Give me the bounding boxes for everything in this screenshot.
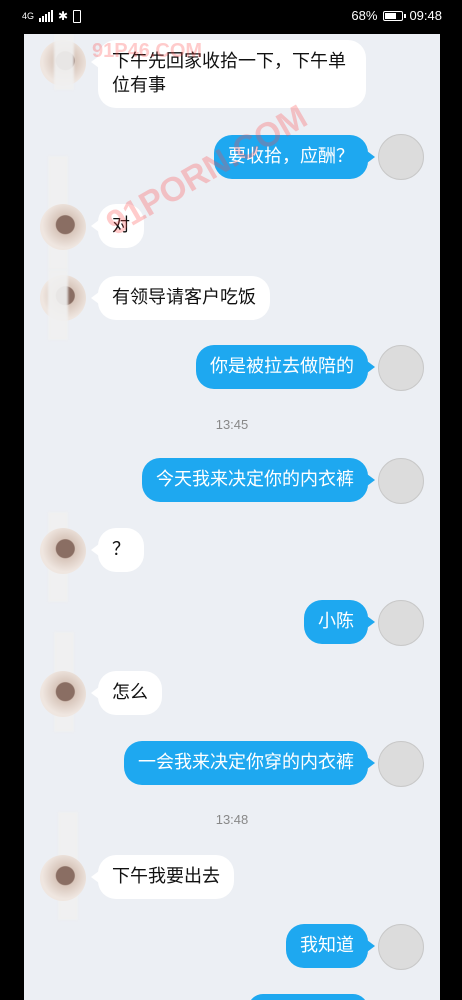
vibrate-icon [73, 9, 82, 23]
my-avatar[interactable] [378, 134, 424, 180]
chat-area[interactable]: 下午先回家收拾一下，下午单位有事 要收拾，应酬？ 对 有领导请客户吃饭 你是被拉… [24, 34, 440, 1000]
network-type: 4G [22, 10, 35, 21]
message-bubble-outgoing[interactable]: 你是被拉去做陪的 [196, 345, 375, 389]
contact-avatar[interactable] [40, 204, 86, 250]
signal-icon [39, 10, 54, 22]
battery-fill [385, 12, 396, 19]
message-bubble-outgoing-partial[interactable] [248, 994, 368, 1000]
message-bubble-incoming[interactable]: 对 [91, 204, 144, 248]
timestamp: 13:45 [215, 417, 249, 432]
blurred-region [54, 34, 74, 90]
contact-avatar[interactable] [40, 855, 86, 901]
message-bubble-incoming[interactable]: 下午我要出去 [91, 855, 234, 899]
message-bubble-incoming[interactable]: ？ [91, 528, 144, 572]
contact-avatar[interactable] [40, 528, 86, 574]
message-bubble-outgoing[interactable]: 一会我来决定你穿的内衣裤 [124, 741, 375, 785]
message-bubble-outgoing[interactable]: 要收拾，应酬？ [214, 135, 375, 179]
battery-icon [383, 10, 407, 21]
timestamp: 13:48 [215, 812, 249, 827]
clock: 09:48 [409, 8, 442, 23]
message-bubble-incoming[interactable]: 怎么 [91, 671, 162, 715]
my-avatar[interactable] [378, 600, 424, 646]
my-avatar[interactable] [378, 458, 424, 504]
message-bubble-incoming[interactable]: 有领导请客户吃饭 [91, 276, 270, 320]
phone-screen: 4G ✱ 68% 09:48 下午先回家收拾一下，下午单位有事 要收拾，应酬？ … [0, 0, 462, 1000]
battery-percent: 68% [351, 8, 378, 23]
contact-avatar[interactable] [40, 671, 86, 717]
status-left: 4G ✱ [22, 9, 82, 23]
my-avatar[interactable] [378, 345, 424, 391]
status-right: 68% 09:48 [351, 8, 442, 23]
message-bubble-outgoing[interactable]: 我知道 [286, 924, 375, 968]
status-bar: 4G ✱ 68% 09:48 [0, 0, 462, 34]
my-avatar[interactable] [378, 741, 424, 787]
my-avatar[interactable] [378, 924, 424, 970]
message-bubble-outgoing[interactable]: 今天我来决定你的内衣裤 [142, 458, 375, 502]
blurred-region [48, 270, 68, 340]
message-bubble-outgoing[interactable]: 小陈 [304, 600, 375, 644]
message-bubble-incoming[interactable]: 下午先回家收拾一下，下午单位有事 [91, 40, 366, 108]
bluetooth-icon: ✱ [58, 9, 69, 23]
